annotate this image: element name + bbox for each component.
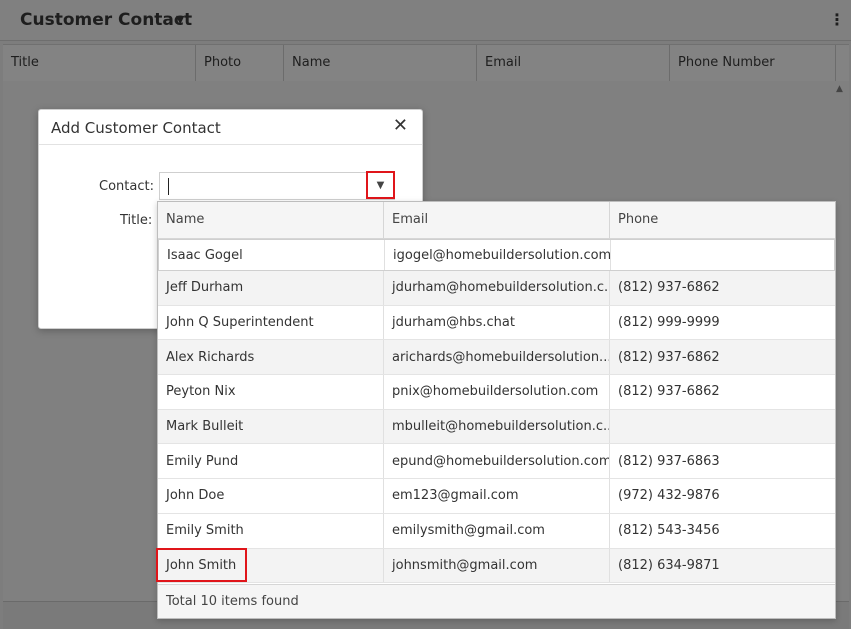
list-item[interactable]: John Doe em123@gmail.com (972) 432-9876 [158,479,835,514]
row-email: igogel@homebuildersolution.com [385,240,611,270]
dropdown-footer: Total 10 items found [158,584,835,618]
dropdown-column-phone: Phone [618,212,659,227]
list-item[interactable]: John Q Superintendent jdurham@hbs.chat (… [158,305,835,341]
column-email[interactable]: Email [477,45,670,81]
grid-header: Title Photo Name Email Phone Number [3,44,849,82]
row-phone: (972) 432-9876 [618,488,720,504]
contact-dropdown-button[interactable]: ▼ [366,171,395,199]
dropdown-column-email: Email [384,202,610,238]
list-item[interactable]: John Smith johnsmith@gmail.com (812) 634… [158,548,835,584]
chevron-down-icon[interactable]: ▼ [176,13,184,26]
contact-label: Contact: [99,179,154,194]
panel-header: Customer Contact ▼ ⋮ [0,0,851,41]
row-name: Mark Bulleit [158,409,384,444]
column-title[interactable]: Title [3,45,196,81]
row-phone [610,410,835,444]
caret-down-icon: ▼ [376,179,385,191]
contact-dropdown-list: Name Email Phone Isaac Gogel igogel@home… [157,201,836,619]
row-phone: (812) 634-9871 [618,557,720,573]
row-email: arichards@homebuildersolution.... [384,340,610,375]
list-item[interactable]: Emily Smith emilysmith@gmail.com (812) 5… [158,513,835,549]
row-email: epund@homebuildersolution.com [384,444,610,479]
text-cursor [168,178,169,195]
row-phone: (812) 937-6863 [618,453,720,469]
panel-title: Customer Contact [20,10,193,30]
dialog-title: Add Customer Contact [51,119,221,137]
row-name: John Doe [158,479,384,513]
row-email: johnsmith@gmail.com [384,548,610,583]
list-item[interactable]: Emily Pund epund@homebuildersolution.com… [158,444,835,480]
column-phone-number[interactable]: Phone Number [670,45,836,81]
row-phone: (812) 999-9999 [618,315,720,331]
row-name: Peyton Nix [158,375,384,409]
row-name: Jeff Durham [158,271,384,305]
divider [39,144,422,145]
row-email: jdurham@hbs.chat [384,305,610,340]
row-phone [611,240,836,270]
row-name: John Smith [158,548,384,583]
column-name[interactable]: Name [284,45,477,81]
scroll-up-icon[interactable]: ▲ [836,84,843,94]
close-icon[interactable]: ✕ [393,115,408,136]
more-options-icon[interactable]: ⋮ [829,10,845,29]
list-item[interactable]: Alex Richards arichards@homebuildersolut… [158,340,835,376]
row-email: pnix@homebuildersolution.com [384,375,610,409]
contact-combobox[interactable] [159,172,395,200]
dropdown-column-name: Name [158,202,384,238]
dropdown-header: Name Email Phone [158,202,835,239]
list-item[interactable]: Isaac Gogel igogel@homebuildersolution.c… [158,239,835,271]
dropdown-rows: Isaac Gogel igogel@homebuildersolution.c… [158,238,835,584]
list-item[interactable]: Mark Bulleit mbulleit@homebuildersolutio… [158,409,835,445]
row-name: Emily Pund [158,444,384,479]
list-item[interactable]: Peyton Nix pnix@homebuildersolution.com … [158,375,835,410]
row-email: em123@gmail.com [384,479,610,513]
row-phone: (812) 937-6862 [618,280,720,296]
list-item[interactable]: Jeff Durham jdurham@homebuildersolution.… [158,271,835,306]
title-label: Title: [120,213,153,228]
row-phone: (812) 937-6862 [618,349,720,365]
row-phone: (812) 543-3456 [618,523,720,539]
row-name: John Q Superintendent [158,305,384,340]
column-photo[interactable]: Photo [196,45,284,81]
row-name: Emily Smith [158,513,384,548]
row-email: mbulleit@homebuildersolution.c... [384,409,610,444]
row-email: jdurham@homebuildersolution.c... [384,271,610,305]
row-name: Isaac Gogel [159,240,385,270]
row-phone: (812) 937-6862 [618,384,720,400]
row-name: Alex Richards [158,340,384,375]
row-email: emilysmith@gmail.com [384,513,610,548]
